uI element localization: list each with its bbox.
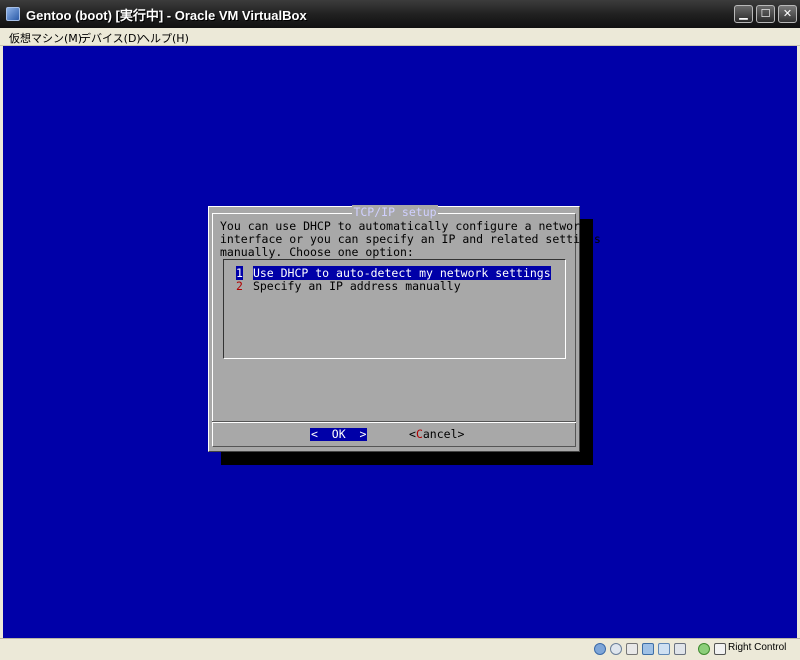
cancel-bracket-left: < — [409, 427, 416, 441]
display-icon[interactable] — [674, 643, 686, 655]
cancel-label-rest: ancel> — [422, 427, 465, 441]
usb-icon[interactable] — [626, 643, 638, 655]
virtualbox-app-icon[interactable] — [6, 7, 20, 21]
host-key-label: Right Control — [728, 642, 787, 653]
option-manual-ip[interactable]: 2 Specify an IP address manually — [236, 280, 461, 293]
menu-bar: 仮想マシン(M) デバイス(D) ヘルプ(H) — [0, 28, 800, 46]
title-bar[interactable]: Gentoo (boot) [実行中] - Oracle VM VirtualB… — [0, 0, 800, 28]
shared-folder-icon[interactable] — [658, 643, 670, 655]
tcpip-setup-dialog: TCP/IP setup You can use DHCP to automat… — [208, 205, 601, 452]
menu-help[interactable]: ヘルプ(H) — [139, 30, 189, 46]
network-icon[interactable] — [642, 643, 654, 655]
option-label: Use DHCP to auto-detect my network setti… — [252, 266, 551, 280]
dialog-separator — [212, 421, 576, 423]
menu-machine[interactable]: 仮想マシン(M) — [9, 30, 82, 46]
option-key: 1 — [236, 266, 243, 280]
cancel-hotkey: C — [415, 427, 423, 441]
maximize-button[interactable]: ☐ — [756, 5, 775, 23]
mouse-integration-icon[interactable] — [714, 643, 726, 655]
close-button[interactable]: ✕ — [778, 5, 797, 23]
hdd-icon[interactable] — [594, 643, 606, 655]
menu-devices[interactable]: デバイス(D) — [80, 30, 141, 46]
dialog-title: TCP/IP setup — [209, 205, 581, 219]
minimize-button[interactable]: ▁ — [734, 5, 753, 23]
cancel-button[interactable]: <Cancel> — [409, 428, 464, 441]
cd-icon[interactable] — [610, 643, 622, 655]
capture-icon[interactable] — [698, 643, 710, 655]
window-title: Gentoo (boot) [実行中] - Oracle VM VirtualB… — [26, 8, 307, 23]
option-key: 2 — [236, 279, 243, 293]
option-label: Specify an IP address manually — [252, 279, 461, 293]
vm-screen[interactable]: TCP/IP setup You can use DHCP to automat… — [3, 46, 797, 638]
dialog-title-text: TCP/IP setup — [352, 205, 438, 219]
status-bar: Right Control — [0, 638, 800, 660]
dialog-message: You can use DHCP to automatically config… — [220, 219, 601, 259]
ok-button[interactable]: < OK > — [310, 428, 368, 441]
